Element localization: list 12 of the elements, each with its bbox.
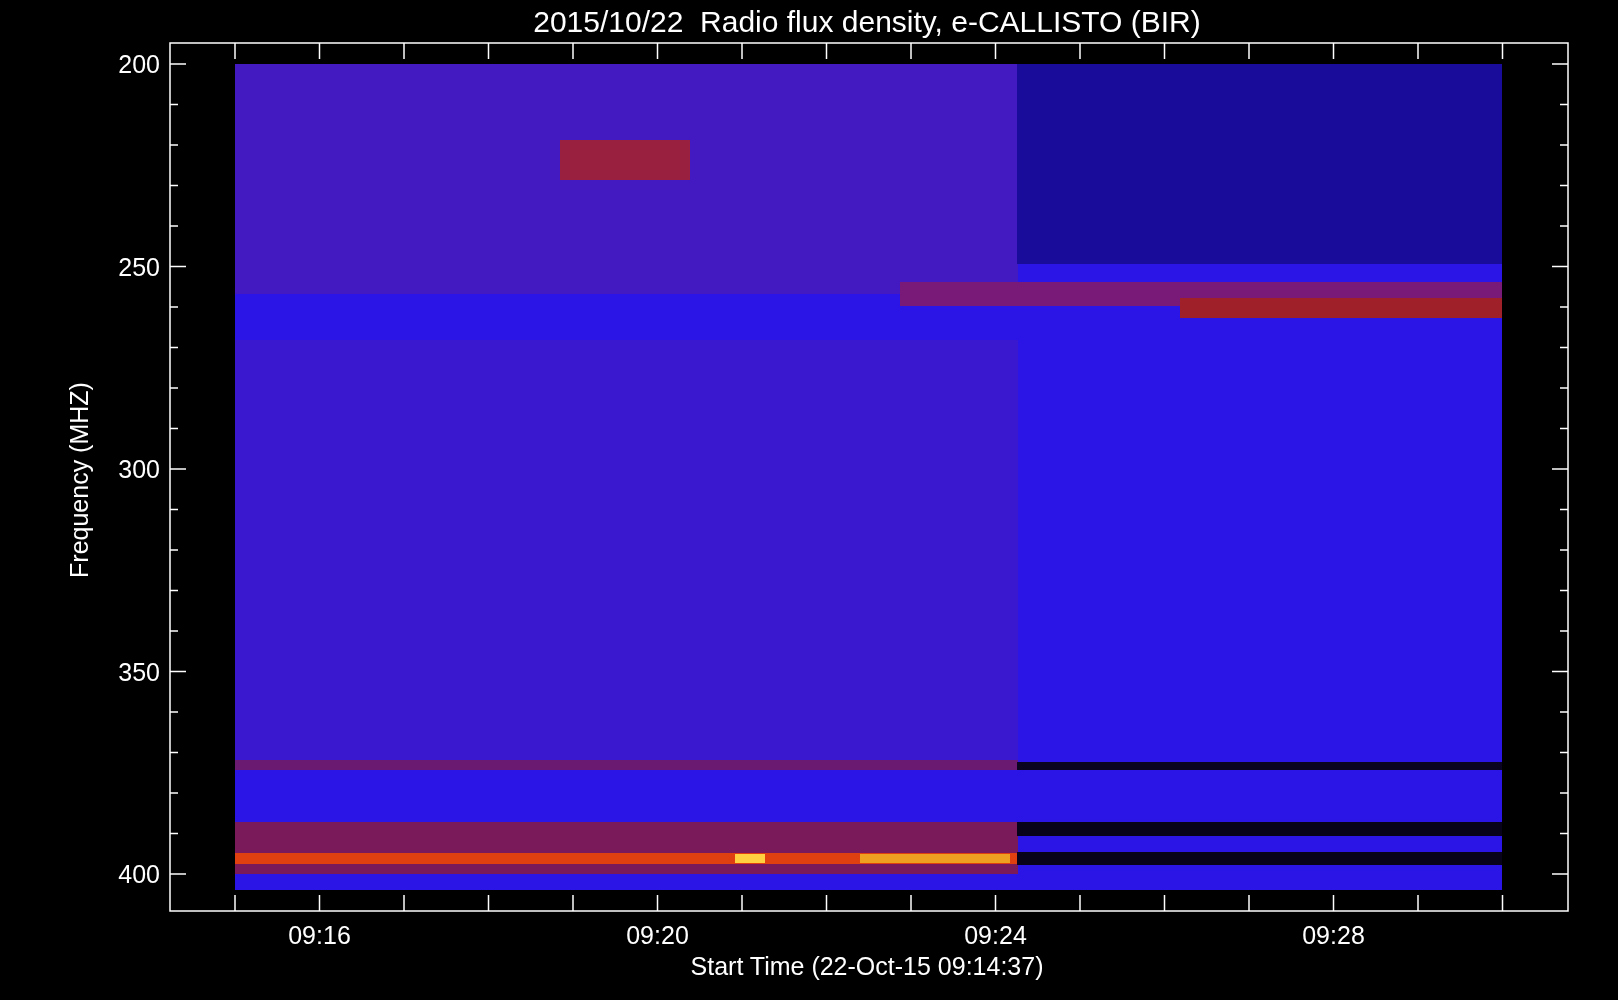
- y-tick-label: 350: [118, 657, 160, 686]
- y-tick-label: 300: [118, 455, 160, 483]
- x-tick-label: 09:16: [288, 921, 351, 949]
- x-tick-label: 09:28: [1302, 921, 1365, 949]
- x-axis-label: Start Time (22-Oct-15 09:14:37): [690, 952, 1044, 980]
- y-tick-label: 200: [118, 50, 160, 78]
- y-tick-label: 250: [118, 252, 160, 281]
- x-tick-label: 09:20: [626, 921, 689, 949]
- y-tick-label: 400: [118, 860, 160, 888]
- y-axis-label: Frequency (MHZ): [65, 382, 93, 578]
- x-tick-label: 09:24: [964, 921, 1027, 949]
- chart-title: 2015/10/22 Radio flux density, e-CALLISTO (BIR): [533, 5, 1201, 38]
